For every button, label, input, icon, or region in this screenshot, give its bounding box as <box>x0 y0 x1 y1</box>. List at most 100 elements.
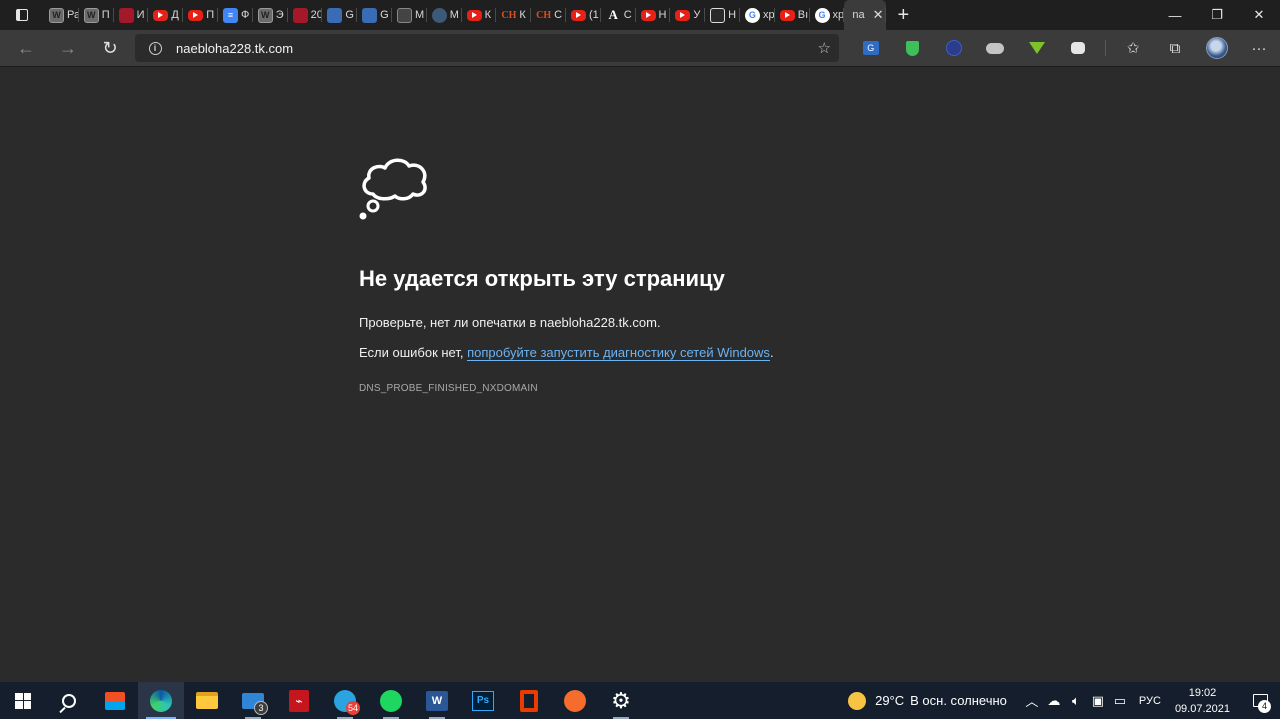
tab-actions-button[interactable] <box>0 0 44 30</box>
browser-toolbar: ← → ↻ i naebloha228.tk.com ☆ G ✩ ⧉ ··· <box>0 30 1280 66</box>
back-button[interactable]: ← <box>5 30 47 66</box>
cloud-extension[interactable] <box>975 30 1017 66</box>
tab[interactable]: Д <box>148 0 183 30</box>
refresh-button[interactable]: ↻ <box>89 30 131 66</box>
taskbar-telegram[interactable]: 54 <box>322 682 368 719</box>
search-button[interactable] <box>46 682 92 719</box>
tab[interactable]: CH С <box>531 0 566 30</box>
tab[interactable]: Вı <box>775 0 810 30</box>
extensions-bar: G ✩ ⧉ ··· <box>850 30 1280 66</box>
tab-active[interactable]: na ✕ <box>844 0 887 30</box>
acrobat-icon: ⌁ <box>289 689 309 712</box>
collections-button[interactable]: ⧉ <box>1154 30 1196 66</box>
volume-icon[interactable]: 🔈︎ <box>1065 693 1087 709</box>
taskbar-edge[interactable] <box>138 682 184 719</box>
clock-time: 19:02 <box>1188 686 1217 699</box>
network-diagnostics-link[interactable]: попробуйте запустить диагностику сетей W… <box>467 345 770 361</box>
minimize-button[interactable]: — <box>1154 0 1196 30</box>
taskbar-settings[interactable]: ⚙ <box>598 682 644 719</box>
tab-title: С <box>623 9 632 21</box>
chevron-up-icon[interactable]: ︿ <box>1021 691 1043 710</box>
tab[interactable]: У <box>670 0 705 30</box>
tab-close-icon[interactable]: ✕ <box>873 7 884 23</box>
tab-title: К <box>519 9 526 21</box>
shield-extension[interactable] <box>892 30 934 66</box>
taskbar-word[interactable]: W <box>414 682 460 719</box>
taskbar-explorer[interactable] <box>184 682 230 719</box>
start-button[interactable] <box>0 682 46 719</box>
serif-a-icon: A <box>605 7 621 23</box>
notification-center-button[interactable]: 4 <box>1240 682 1280 719</box>
tab-title: M <box>414 9 425 21</box>
onedrive-cloud-icon[interactable]: ☁ <box>1043 693 1065 709</box>
window-controls: — ❐ ✕ <box>1154 0 1280 30</box>
tab[interactable]: CH К <box>496 0 531 30</box>
globe-icon <box>945 40 962 56</box>
mail-badge: 3 <box>254 701 268 715</box>
tab-title: С <box>554 9 563 21</box>
tab[interactable]: Gхр <box>740 0 775 30</box>
tab-title: П <box>101 9 110 21</box>
tab-title: na <box>852 9 865 21</box>
folder-icon <box>196 692 218 709</box>
add-favorite-icon[interactable]: ☆ <box>818 39 831 57</box>
close-window-button[interactable]: ✕ <box>1238 0 1280 30</box>
power-icon[interactable]: ▣ <box>1087 693 1109 709</box>
globe-extension[interactable] <box>933 30 975 66</box>
tab[interactable]: WЭ <box>253 0 288 30</box>
taskbar-mail[interactable]: 3 <box>230 682 276 719</box>
taskbar-spotify[interactable] <box>368 682 414 719</box>
tab[interactable]: M <box>427 0 462 30</box>
tab[interactable]: И <box>114 0 149 30</box>
network-icon[interactable]: ▭ <box>1109 693 1131 709</box>
favorites-button[interactable]: ✩ <box>1112 30 1154 66</box>
profile-button[interactable] <box>1196 30 1238 66</box>
tab[interactable]: Gхр <box>810 0 845 30</box>
taskbar-store[interactable] <box>92 682 138 719</box>
taskbar-origin[interactable] <box>552 682 598 719</box>
tab[interactable]: ≡ Ф <box>218 0 253 30</box>
google-icon: G <box>744 7 760 23</box>
tab[interactable]: П <box>183 0 218 30</box>
puzzle-extension[interactable] <box>1058 30 1100 66</box>
clock[interactable]: 19:02 09.07.2021 <box>1175 685 1230 717</box>
tab[interactable]: К <box>462 0 497 30</box>
tab-title: хр <box>832 9 844 21</box>
settings-menu-button[interactable]: ··· <box>1238 30 1280 66</box>
tab[interactable]: AС <box>601 0 636 30</box>
tab[interactable]: G <box>322 0 357 30</box>
tab[interactable]: (1 <box>566 0 601 30</box>
tab[interactable]: WП <box>79 0 114 30</box>
gear-icon: ⚙ <box>611 687 631 713</box>
tab-title: Вı <box>797 9 809 21</box>
new-tab-button[interactable]: + <box>886 0 920 30</box>
tab[interactable]: 20 <box>288 0 323 30</box>
collections-icon: ⧉ <box>1169 39 1181 57</box>
download-extension[interactable] <box>1016 30 1058 66</box>
ch-icon: CH <box>536 9 552 21</box>
translate-extension[interactable]: G <box>850 30 892 66</box>
weather-widget[interactable]: 29°C В осн. солнечно <box>848 691 1007 710</box>
site-info-button[interactable]: i <box>142 41 168 55</box>
tab-title: G <box>345 9 354 21</box>
forward-button[interactable]: → <box>47 30 89 66</box>
tab-title: П <box>206 9 215 21</box>
address-text[interactable]: naebloha228.tk.com <box>176 41 293 56</box>
wiki-icon: W <box>83 7 99 23</box>
tab[interactable]: G <box>357 0 392 30</box>
tab[interactable]: M <box>392 0 427 30</box>
taskbar-office[interactable] <box>506 682 552 719</box>
address-bar[interactable]: i naebloha228.tk.com ☆ <box>135 34 839 62</box>
restore-button[interactable]: ❐ <box>1196 0 1238 30</box>
tab-title: Ра <box>67 9 78 21</box>
more-dots-icon: ··· <box>1251 39 1267 57</box>
language-indicator[interactable]: РУС <box>1139 695 1161 707</box>
tab-title: У <box>693 9 701 21</box>
taskbar-acrobat[interactable]: ⌁ <box>276 682 322 719</box>
tab[interactable]: W Ра <box>44 0 79 30</box>
tab[interactable]: Н <box>705 0 740 30</box>
tab-title: Э <box>275 9 284 21</box>
taskbar-photoshop[interactable]: Ps <box>460 682 506 719</box>
windows-taskbar: 3 ⌁ 54 W Ps ⚙ 29°C В осн. солнечно ︿ ☁ 🔈… <box>0 682 1280 719</box>
tab[interactable]: Н <box>636 0 671 30</box>
